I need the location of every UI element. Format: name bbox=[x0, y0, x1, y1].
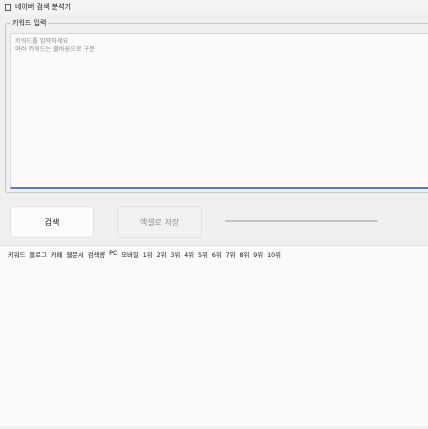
table-header: 키워드 블로그 카페 웹문서 검색량 PC 모바일 1위 2위 3위 4위 5위… bbox=[8, 250, 285, 259]
progress-bar bbox=[225, 220, 378, 222]
column-header[interactable]: 카페 bbox=[51, 250, 63, 259]
column-header[interactable]: 3위 bbox=[170, 250, 180, 259]
column-header[interactable]: PC bbox=[109, 250, 117, 259]
title-bar: 네이버 검색 분석기 bbox=[0, 0, 428, 14]
app-icon bbox=[5, 3, 11, 11]
column-header[interactable]: 검색량 bbox=[88, 250, 105, 259]
column-header[interactable]: 6위 bbox=[212, 250, 222, 259]
column-header[interactable]: 9위 bbox=[253, 250, 263, 259]
column-header[interactable]: 2위 bbox=[157, 250, 167, 259]
results-table[interactable]: 키워드 블로그 카페 웹문서 검색량 PC 모바일 1위 2위 3위 4위 5위… bbox=[0, 245, 428, 426]
column-header[interactable]: 웹문서 bbox=[66, 250, 83, 259]
search-button[interactable]: 검색 bbox=[10, 206, 94, 238]
column-header[interactable]: 7위 bbox=[226, 250, 236, 259]
excel-save-button[interactable]: 엑셀로 저장 bbox=[117, 206, 202, 238]
column-header[interactable]: 키워드 bbox=[8, 250, 25, 259]
column-header[interactable]: 4위 bbox=[184, 250, 194, 259]
column-header[interactable]: 1위 bbox=[143, 250, 153, 259]
keyword-input-label: 키워드 입력 bbox=[10, 18, 49, 28]
column-header[interactable]: 모바일 bbox=[121, 250, 138, 259]
keyword-textarea[interactable]: 키워드를 입력하세요 여러 키워드는 줄바꿈으로 구분 bbox=[10, 33, 428, 189]
column-header[interactable]: 5위 bbox=[198, 250, 208, 259]
column-header[interactable]: 블로그 bbox=[29, 250, 46, 259]
window-title: 네이버 검색 분석기 bbox=[15, 3, 71, 11]
column-header[interactable]: 10위 bbox=[267, 250, 281, 259]
column-header[interactable]: 8위 bbox=[239, 250, 249, 259]
